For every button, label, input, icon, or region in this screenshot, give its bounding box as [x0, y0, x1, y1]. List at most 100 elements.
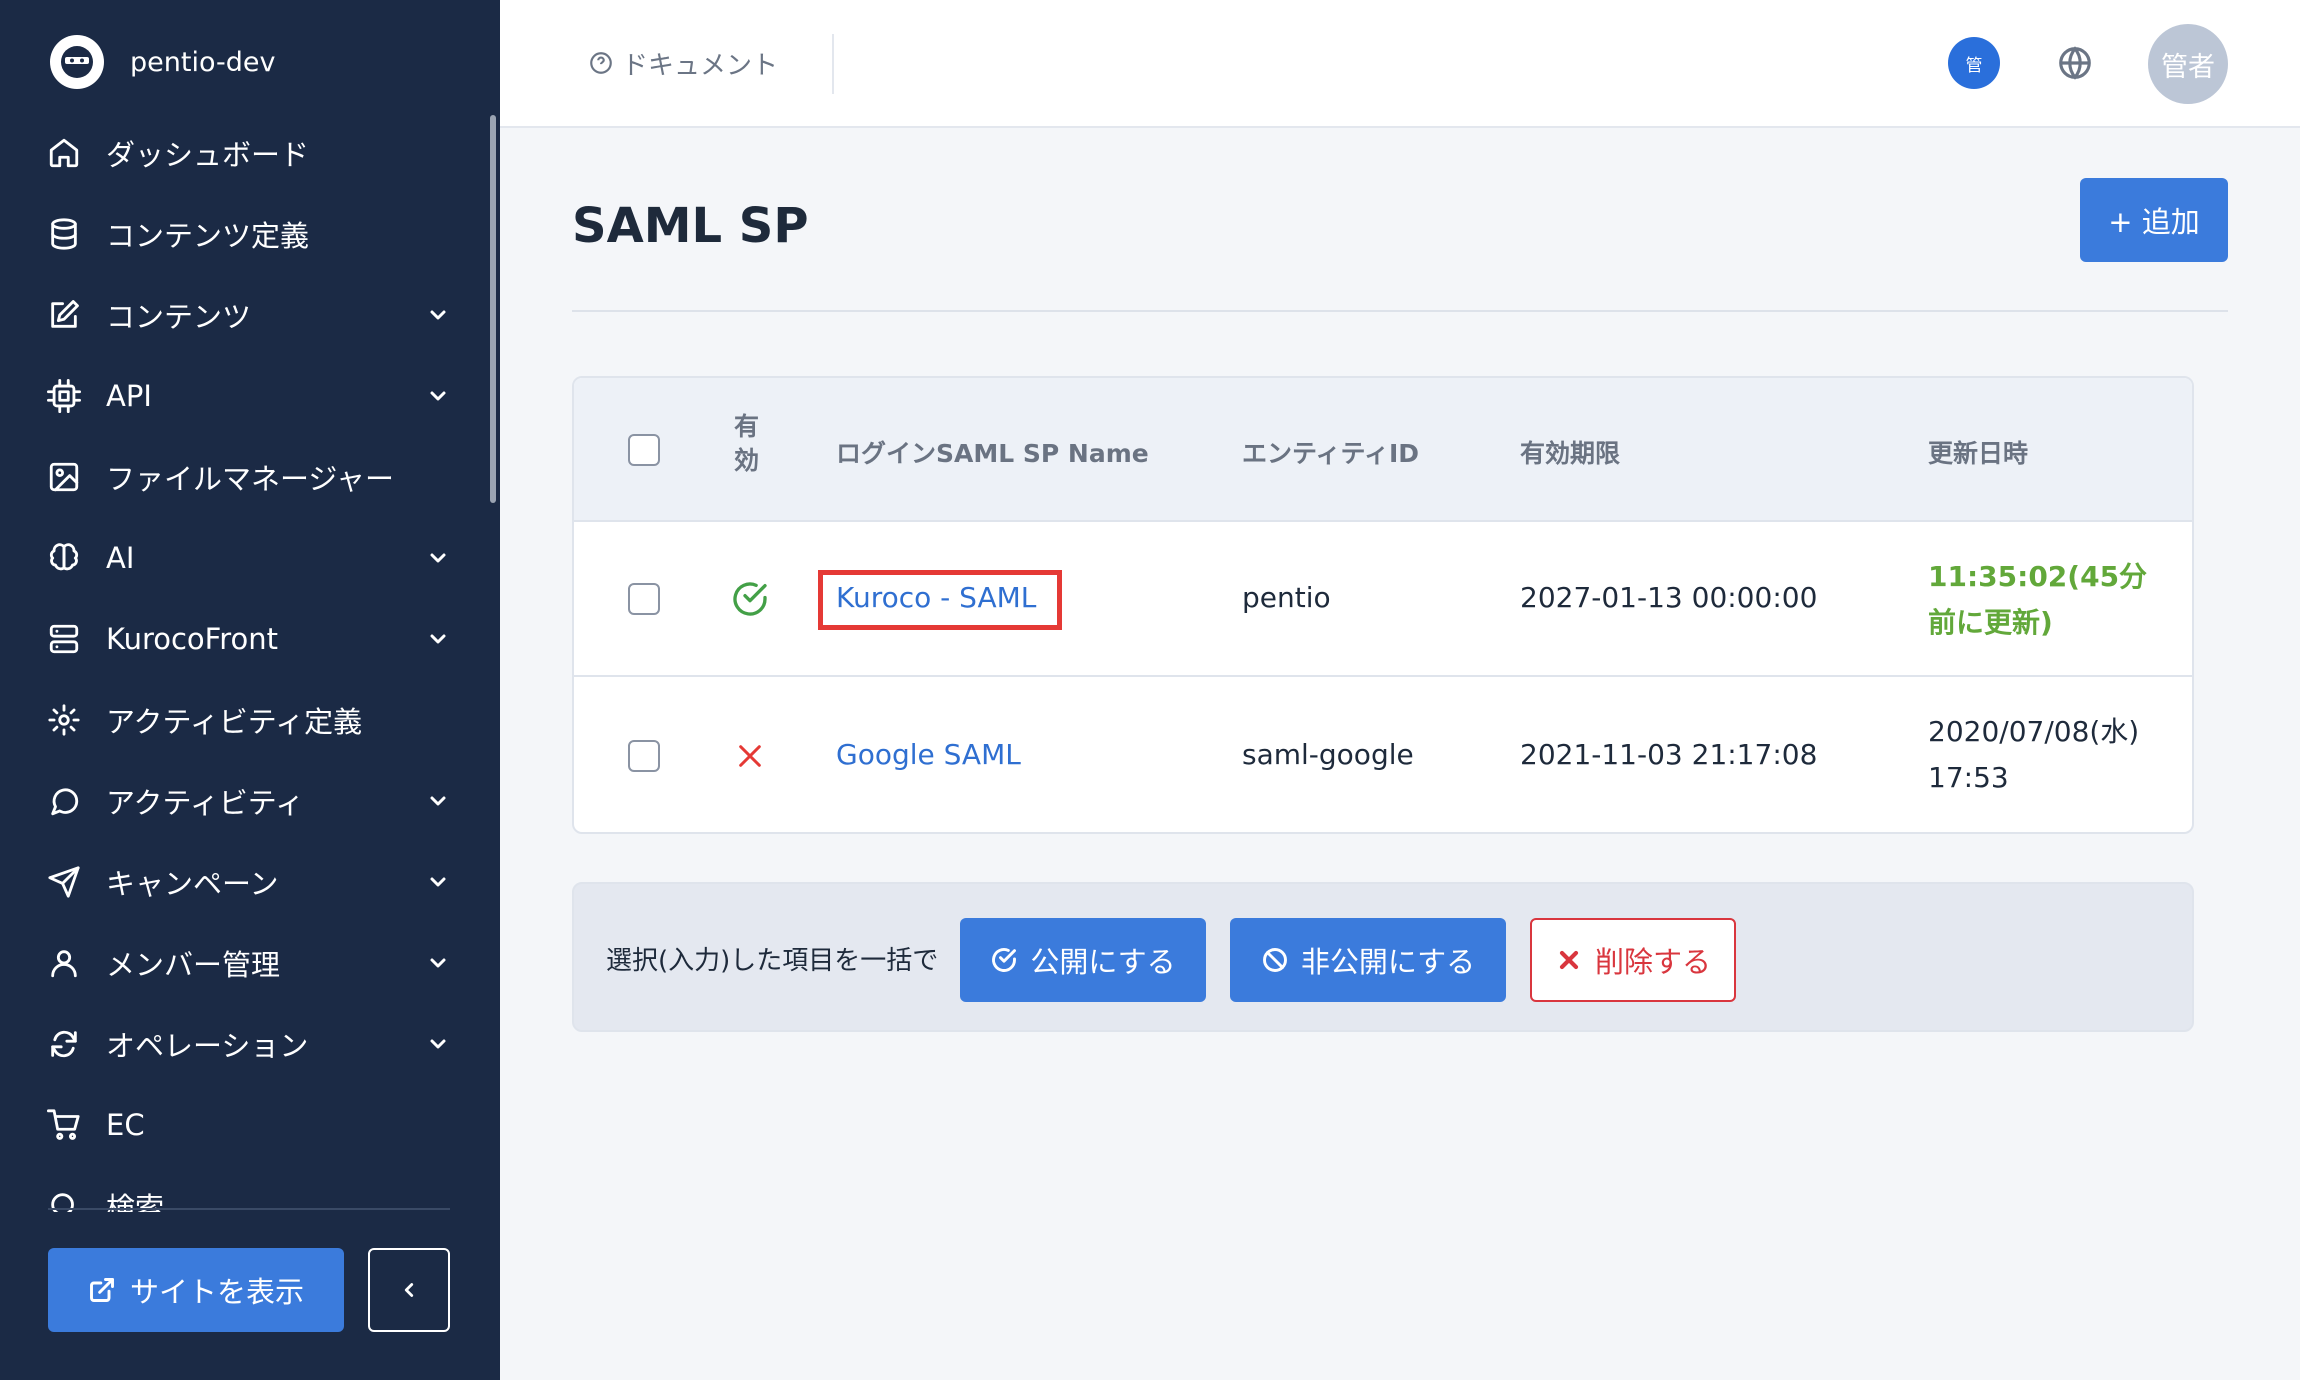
cart-icon [46, 1107, 82, 1143]
sidebar-nav: ダッシュボード コンテンツ定義 コンテンツ API ファイルマネージャー AI … [0, 112, 490, 1212]
chevron-down-icon[interactable] [426, 870, 450, 894]
unpublish-button[interactable]: 非公開にする [1230, 918, 1506, 1002]
entity-id: saml-google [1242, 738, 1414, 771]
sp-name-link[interactable]: Kuroco - SAML [836, 581, 1036, 614]
table-header: 有 効 ログインSAML SP Name エンティティID 有効期限 更新日時 [574, 378, 2192, 522]
user-icon [46, 945, 82, 981]
bulk-action-bar: 選択(入力)した項目を一括で 公開にする 非公開にする 削除する [572, 882, 2194, 1032]
external-link-icon [88, 1276, 116, 1304]
sidebar-item-ec[interactable]: EC [0, 1084, 490, 1165]
send-icon [46, 864, 82, 900]
chevron-down-icon[interactable] [426, 1032, 450, 1056]
sidebar-item-activity[interactable]: アクティビティ [0, 760, 490, 841]
edit-icon [46, 297, 82, 333]
expiry-date: 2021-11-03 21:17:08 [1520, 738, 1818, 771]
chevron-down-icon[interactable] [426, 546, 450, 570]
sidebar-item-member-management[interactable]: メンバー管理 [0, 922, 490, 1003]
table-row: Kuroco - SAML pentio 2027-01-13 00:00:00… [574, 522, 2192, 677]
sidebar-item-label: ダッシュボード [106, 137, 310, 172]
sidebar-item-content-definition[interactable]: コンテンツ定義 [0, 193, 490, 274]
delete-label: 削除する [1594, 945, 1711, 979]
refresh-icon [46, 1026, 82, 1062]
updated-at-line2: 17:53 [1928, 761, 2009, 794]
chevron-down-icon[interactable] [426, 951, 450, 975]
sidebar-item-label: API [106, 378, 152, 413]
table-row: Google SAML saml-google 2021-11-03 21:17… [574, 679, 2192, 832]
collapse-sidebar-button[interactable] [368, 1248, 450, 1332]
sidebar-scrollbar[interactable] [490, 115, 496, 503]
server-icon [46, 621, 82, 657]
sidebar-item-api[interactable]: API [0, 355, 490, 436]
chevron-down-icon[interactable] [426, 303, 450, 327]
ban-icon [1261, 946, 1289, 974]
documentation-label: ドキュメント [622, 50, 779, 81]
sidebar-item-label: コンテンツ [106, 299, 252, 334]
sp-name-link[interactable]: Google SAML [836, 738, 1021, 771]
brand-logo-icon [50, 35, 104, 89]
home-icon [46, 135, 82, 171]
close-icon [1555, 946, 1583, 974]
sidebar-item-label: ファイルマネージャー [106, 461, 394, 496]
updated-at: 11:35:02(45分 前に更新) [1928, 554, 2147, 646]
column-header-entity[interactable]: エンティティID [1242, 434, 1419, 470]
column-header-name[interactable]: ログインSAML SP Name [836, 434, 1149, 470]
view-site-button[interactable]: サイトを表示 [48, 1248, 344, 1332]
brain-icon [46, 540, 82, 576]
x-icon [734, 740, 766, 772]
documentation-link[interactable]: ドキュメント [588, 40, 778, 86]
chevron-down-icon[interactable] [426, 789, 450, 813]
add-button[interactable]: + 追加 [2080, 178, 2228, 262]
sidebar-item-label: AI [106, 540, 135, 575]
image-icon [46, 459, 82, 495]
sidebar-item-operation[interactable]: オペレーション [0, 1003, 490, 1084]
admin-badge[interactable]: 管 [1948, 37, 2000, 89]
publish-button[interactable]: 公開にする [960, 918, 1206, 1002]
column-header-expiry[interactable]: 有効期限 [1520, 434, 1620, 470]
gear-icon [46, 702, 82, 738]
avatar[interactable]: 管者 [2148, 24, 2228, 104]
delete-button[interactable]: 削除する [1530, 918, 1736, 1002]
column-header-updated[interactable]: 更新日時 [1928, 434, 2028, 470]
title-divider [572, 310, 2228, 312]
check-circle-icon [990, 946, 1018, 974]
column-header-valid-line1: 有 [734, 412, 760, 441]
sidebar-item-label: オペレーション [106, 1028, 309, 1063]
sidebar-item-search[interactable]: 検索 [0, 1165, 490, 1212]
row-checkbox[interactable] [628, 740, 660, 772]
globe-icon[interactable] [2056, 44, 2094, 82]
view-site-label: サイトを表示 [129, 1275, 304, 1309]
entity-id: pentio [1242, 581, 1331, 614]
expiry-date: 2027-01-13 00:00:00 [1520, 581, 1818, 614]
topbar-separator [832, 34, 834, 94]
sidebar-divider [48, 1208, 450, 1210]
sidebar-item-label: EC [106, 1107, 145, 1142]
updated-at-line1: 11:35:02(45分 [1928, 560, 2148, 593]
sidebar-item-activity-definition[interactable]: アクティビティ定義 [0, 679, 490, 760]
sidebar-item-label: コンテンツ定義 [106, 218, 310, 253]
sidebar-item-label: アクティビティ定義 [106, 704, 363, 739]
help-circle-icon [588, 50, 614, 76]
sidebar-item-kurocofront[interactable]: KurocoFront [0, 598, 490, 679]
chevron-down-icon[interactable] [426, 627, 450, 651]
chevron-down-icon[interactable] [426, 384, 450, 408]
page-title: SAML SP [572, 198, 809, 254]
updated-at-line2: 前に更新) [1928, 606, 2053, 639]
row-checkbox[interactable] [628, 583, 660, 615]
brand[interactable]: pentio-dev [50, 32, 275, 92]
sidebar-item-campaign[interactable]: キャンペーン [0, 841, 490, 922]
sidebar-item-file-manager[interactable]: ファイルマネージャー [0, 436, 490, 517]
sidebar-item-contents[interactable]: コンテンツ [0, 274, 490, 355]
check-circle-icon [730, 579, 770, 619]
sidebar-item-dashboard[interactable]: ダッシュボード [0, 112, 490, 193]
sidebar-item-label: アクティビティ [106, 785, 305, 820]
unpublish-label: 非公開にする [1300, 945, 1476, 979]
sidebar: pentio-dev ダッシュボード コンテンツ定義 コンテンツ API ファイ… [0, 0, 500, 1380]
topbar: ドキュメント 管 管者 [500, 0, 2300, 128]
bulk-action-label: 選択(入力)した項目を一括で [606, 946, 939, 976]
select-all-checkbox[interactable] [628, 434, 660, 466]
updated-at: 2020/07/08(水) 17:53 [1928, 709, 2139, 801]
updated-at-line1: 2020/07/08(水) [1928, 715, 2140, 748]
sidebar-item-ai[interactable]: AI [0, 517, 490, 598]
column-header-valid-line2: 効 [734, 446, 760, 475]
chevron-left-icon [398, 1279, 420, 1301]
